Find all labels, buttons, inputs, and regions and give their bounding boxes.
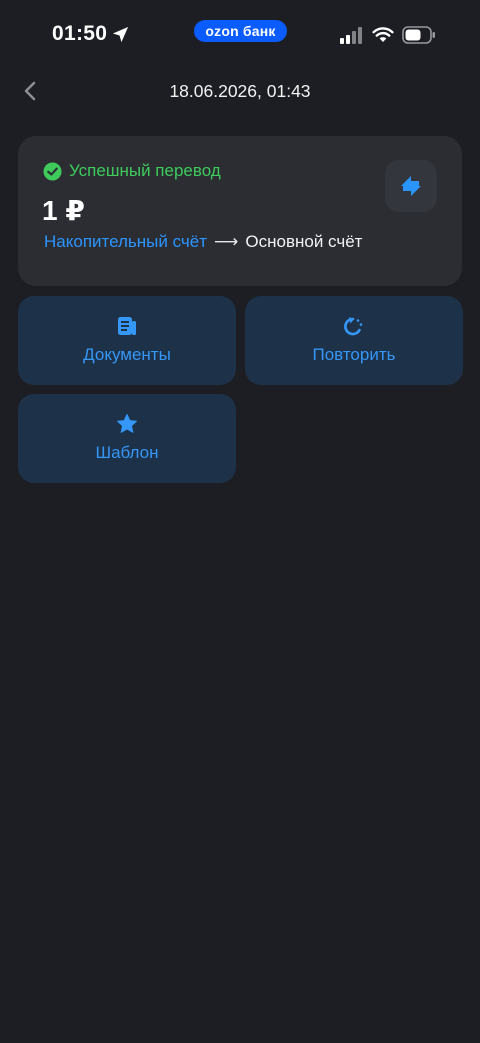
page-title: 18.06.2026, 01:43: [169, 81, 311, 101]
repeat-button[interactable]: Повторить: [245, 296, 463, 385]
documents-button[interactable]: Документы: [18, 296, 236, 385]
transfer-status: Успешный перевод: [69, 161, 221, 180]
transfer-route: Накопительный счёт ⟶ Основной счёт: [44, 232, 362, 252]
repeat-icon: [344, 317, 363, 336]
source-account-link[interactable]: Накопительный счёт: [44, 232, 207, 251]
route-arrow: ⟶: [214, 232, 239, 251]
destination-account: Основной счёт: [245, 232, 363, 251]
template-label: Шаблон: [95, 443, 159, 462]
header: 18.06.2026, 01:43: [0, 70, 480, 114]
documents-label: Документы: [83, 345, 171, 364]
battery-icon: [402, 26, 435, 44]
document-icon: [118, 317, 136, 335]
brand-pill: ozon банк: [194, 20, 287, 42]
template-button[interactable]: Шаблон: [18, 394, 236, 483]
transfer-arrows-icon: [401, 176, 421, 196]
transfer-type-badge: [385, 160, 437, 212]
transfer-card: Успешный перевод 1 ₽ Накопительный счёт ⟶…: [18, 136, 462, 286]
location-arrow-icon: [112, 26, 129, 43]
star-icon: [117, 414, 137, 433]
signal-icon: [340, 27, 362, 44]
transfer-amount: 1 ₽: [42, 195, 85, 226]
repeat-label: Повторить: [312, 345, 396, 364]
status-time: 01:50: [52, 22, 108, 45]
wifi-icon: [372, 27, 394, 42]
status-bar: 01:50 ozon банк: [0, 0, 480, 70]
check-circle-icon: [43, 162, 62, 181]
